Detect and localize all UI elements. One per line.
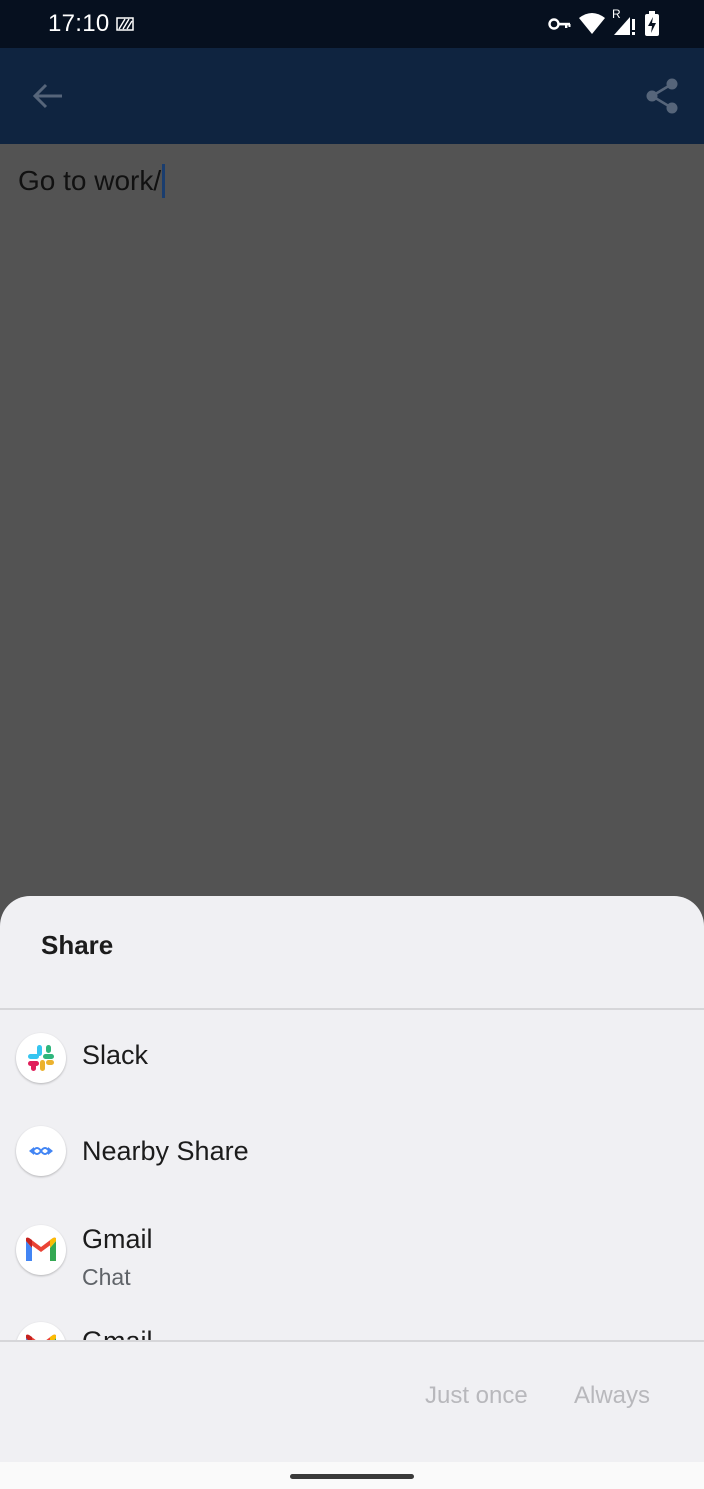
share-target-label: Nearby Share bbox=[82, 1136, 249, 1166]
share-target-nearby-share[interactable]: Nearby Share bbox=[0, 1106, 704, 1202]
vpn-key-icon bbox=[548, 18, 571, 30]
note-content: Go to work/ bbox=[0, 144, 704, 904]
text-cursor bbox=[162, 164, 166, 198]
wifi-icon bbox=[579, 13, 605, 34]
share-icon bbox=[646, 78, 678, 114]
slack-icon bbox=[16, 1033, 66, 1083]
note-text: Go to work/ bbox=[18, 165, 162, 196]
share-sheet-title: Share bbox=[41, 930, 114, 960]
keyboard-stripes-icon bbox=[116, 17, 134, 31]
share-target-label: Gmail bbox=[82, 1224, 153, 1254]
status-icons: R bbox=[548, 7, 660, 38]
share-target-gmail-chat[interactable]: Gmail Chat bbox=[0, 1202, 704, 1312]
note-editor[interactable]: Go to work/ bbox=[18, 164, 166, 198]
just-once-button[interactable]: Just once bbox=[425, 1382, 528, 1410]
share-sheet: Share Slack Nearby Share Gmail Chat Just… bbox=[0, 896, 704, 1489]
always-button[interactable]: Always bbox=[574, 1382, 650, 1410]
cell-signal-icon bbox=[614, 17, 635, 35]
cell-signal: R bbox=[612, 7, 638, 37]
share-button[interactable] bbox=[642, 76, 682, 116]
share-target-label: Gmail bbox=[82, 1326, 153, 1340]
arrow-back-icon bbox=[32, 83, 62, 109]
home-handle[interactable] bbox=[290, 1474, 414, 1479]
share-target-sublabel: Chat bbox=[82, 1264, 131, 1290]
nearby-share-icon bbox=[16, 1126, 66, 1176]
status-time: 17:10 bbox=[48, 10, 110, 37]
share-actions: Just once Always bbox=[0, 1342, 704, 1462]
app-bar bbox=[0, 48, 704, 144]
gmail-icon bbox=[16, 1225, 66, 1275]
share-target-list[interactable]: Slack Nearby Share Gmail Chat bbox=[0, 1010, 704, 1340]
gmail-icon bbox=[16, 1322, 66, 1340]
share-target-gmail[interactable]: Gmail bbox=[0, 1310, 704, 1340]
navigation-bar bbox=[0, 1462, 704, 1489]
battery-icon bbox=[645, 11, 659, 36]
status-bar: 17:10 R bbox=[0, 0, 704, 48]
share-target-label: Slack bbox=[82, 1040, 149, 1070]
back-button[interactable] bbox=[28, 78, 68, 114]
share-target-slack[interactable]: Slack bbox=[0, 1010, 704, 1106]
